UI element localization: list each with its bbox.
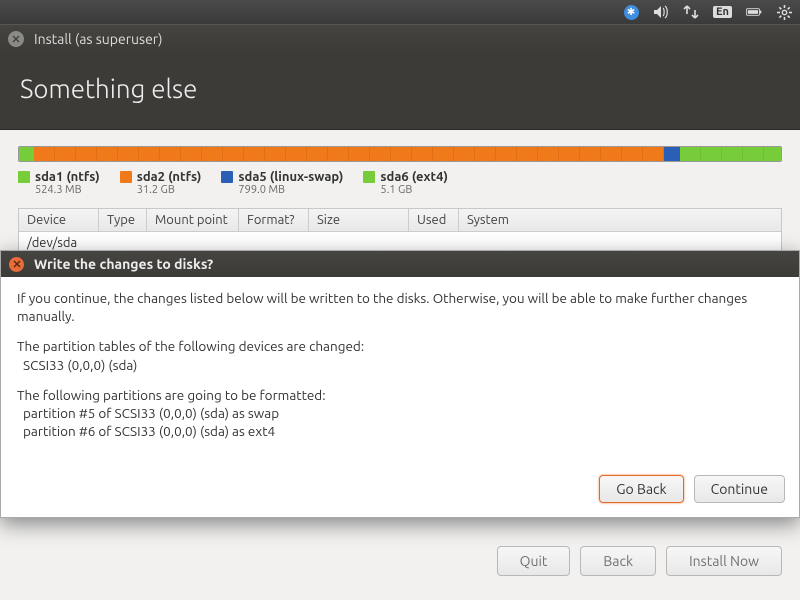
back-button[interactable]: Back (580, 546, 656, 576)
legend-item: sda2 (ntfs)31.2 GB (120, 170, 202, 196)
dialog-intro: If you continue, the changes listed belo… (17, 289, 783, 325)
close-icon[interactable] (8, 31, 24, 47)
dialog-format-line: partition #5 of SCSI33 (0,0,0) (sda) as … (23, 405, 279, 421)
continue-button[interactable]: Continue (694, 475, 785, 503)
dialog-tables-heading: The partition tables of the following de… (17, 338, 364, 354)
partition-segment[interactable] (664, 147, 680, 161)
dialog-title: Write the changes to disks? (34, 256, 213, 272)
desktop-top-panel: ✱ En (0, 0, 800, 24)
legend-swatch (221, 171, 233, 183)
legend-name: sda2 (ntfs) (137, 170, 202, 184)
volume-icon[interactable] (653, 4, 669, 20)
close-icon[interactable] (9, 257, 24, 272)
confirm-dialog: Write the changes to disks? If you conti… (0, 250, 800, 518)
legend-swatch (18, 171, 30, 183)
accessibility-icon[interactable]: ✱ (623, 4, 639, 20)
partition-segment[interactable] (19, 147, 34, 161)
table-header-row: Device Type Mount point Format? Size Use… (19, 209, 781, 232)
col-used[interactable]: Used (409, 209, 459, 231)
dialog-footer: Go Back Continue (1, 465, 799, 517)
dialog-tables-line: SCSI33 (0,0,0) (sda) (23, 357, 137, 373)
legend-size: 799.0 MB (238, 184, 343, 196)
col-type[interactable]: Type (99, 209, 147, 231)
legend-item: sda6 (ext4)5.1 GB (363, 170, 448, 196)
install-button[interactable]: Install Now (666, 546, 782, 576)
quit-button[interactable]: Quit (497, 546, 571, 576)
legend-item: sda1 (ntfs)524.3 MB (18, 170, 100, 196)
partition-legend: sda1 (ntfs)524.3 MBsda2 (ntfs)31.2 GBsda… (18, 170, 782, 196)
legend-name: sda1 (ntfs) (35, 170, 100, 184)
dialog-titlebar: Write the changes to disks? (1, 251, 799, 277)
partition-segment[interactable] (34, 147, 664, 161)
dialog-body: If you continue, the changes listed belo… (1, 277, 799, 465)
installer-header: Something else (0, 52, 800, 129)
legend-swatch (363, 171, 375, 183)
legend-swatch (120, 171, 132, 183)
legend-name: sda5 (linux-swap) (238, 170, 343, 184)
legend-name: sda6 (ext4) (380, 170, 448, 184)
partition-table[interactable]: Device Type Mount point Format? Size Use… (18, 208, 782, 255)
legend-size: 524.3 MB (35, 184, 100, 196)
col-system[interactable]: System (459, 209, 781, 231)
col-device[interactable]: Device (19, 209, 99, 231)
legend-size: 5.1 GB (380, 184, 448, 196)
legend-size: 31.2 GB (137, 184, 202, 196)
page-title: Something else (20, 74, 780, 103)
col-size[interactable]: Size (309, 209, 409, 231)
legend-item: sda5 (linux-swap)799.0 MB (221, 170, 343, 196)
col-mount[interactable]: Mount point (147, 209, 239, 231)
go-back-button[interactable]: Go Back (599, 475, 683, 503)
wizard-footer: Quit Back Install Now (497, 546, 782, 576)
keyboard-layout-indicator[interactable]: En (713, 6, 732, 18)
dialog-format-line: partition #6 of SCSI33 (0,0,0) (sda) as … (23, 423, 275, 439)
dialog-format-heading: The following partitions are going to be… (17, 387, 326, 403)
window-title: Install (as superuser) (34, 31, 163, 47)
partition-usage-bar (18, 146, 782, 162)
partition-segment[interactable] (680, 147, 781, 161)
col-format[interactable]: Format? (239, 209, 309, 231)
network-icon[interactable] (683, 4, 699, 20)
battery-icon[interactable] (746, 4, 762, 20)
window-titlebar: Install (as superuser) (0, 24, 800, 52)
gear-icon[interactable] (776, 4, 792, 20)
